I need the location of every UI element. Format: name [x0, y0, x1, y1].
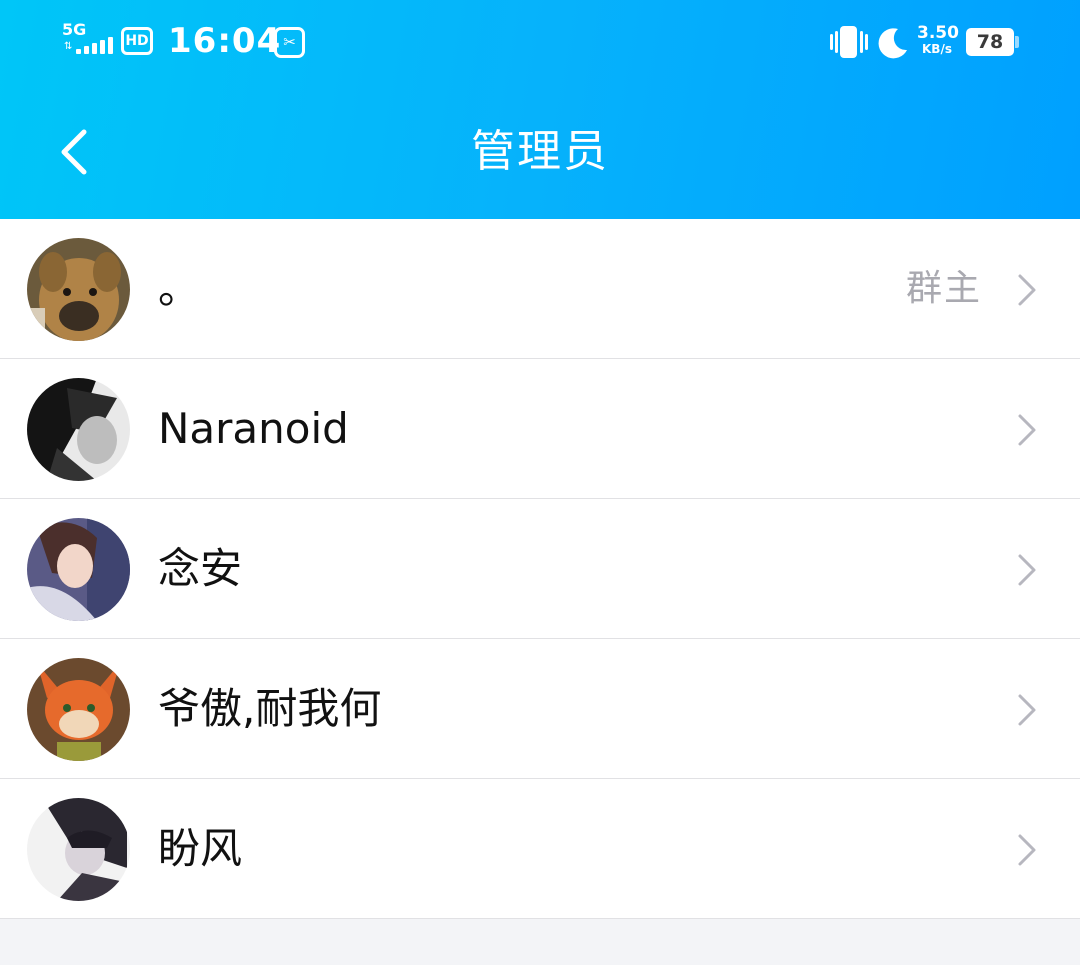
status-bar: 5G ⇅ HD 16:04 ✂ 3.50 KB/s 78 — [0, 0, 1080, 86]
do-not-disturb-moon-icon — [878, 28, 907, 59]
avatar — [27, 378, 130, 481]
signal-icon: 5G ⇅ — [62, 20, 113, 58]
avatar — [27, 238, 130, 341]
page-title: 管理员 — [471, 126, 609, 177]
avatar — [27, 658, 130, 761]
battery-icon: 78 — [966, 28, 1019, 56]
admin-name: 盼风 — [158, 824, 243, 873]
clock: 16:04 — [168, 21, 282, 61]
admin-row[interactable]: 念安 — [0, 499, 1080, 639]
data-arrows-icon: ⇅ — [64, 41, 73, 52]
screenshot-icon: ✂ — [274, 27, 305, 58]
chevron-right-icon — [1018, 554, 1036, 586]
admin-row[interactable]: 盼风 — [0, 779, 1080, 919]
chevron-right-icon — [1018, 414, 1036, 446]
vibrate-icon — [830, 26, 868, 58]
speed-unit: KB/s — [922, 42, 952, 56]
app-header: 5G ⇅ HD 16:04 ✂ 3.50 KB/s 78 管理员 — [0, 0, 1080, 219]
role-badge: 群主 — [905, 268, 982, 309]
chevron-right-icon — [1018, 834, 1036, 866]
hd-badge: HD — [121, 27, 153, 55]
admin-row[interactable]: 爷傲,耐我何 — [0, 639, 1080, 779]
admin-list: 。 群主 Naranoid 念安 爷傲,耐我何 盼风 — [0, 219, 1080, 919]
network-type: 5G — [62, 20, 87, 39]
admin-row-owner[interactable]: 。 群主 — [0, 219, 1080, 359]
speed-value: 3.50 — [917, 23, 959, 43]
chevron-right-icon — [1018, 694, 1036, 726]
avatar — [27, 798, 130, 901]
admin-row[interactable]: Naranoid — [0, 359, 1080, 499]
avatar — [27, 518, 130, 621]
network-speed: 3.50 KB/s — [917, 23, 959, 56]
admin-name: 。 — [158, 264, 201, 313]
admin-name: 爷傲,耐我何 — [158, 684, 382, 733]
chevron-right-icon — [1018, 274, 1036, 306]
battery-level: 78 — [976, 31, 1004, 53]
admin-name: 念安 — [158, 544, 243, 593]
admin-name: Naranoid — [158, 404, 349, 453]
